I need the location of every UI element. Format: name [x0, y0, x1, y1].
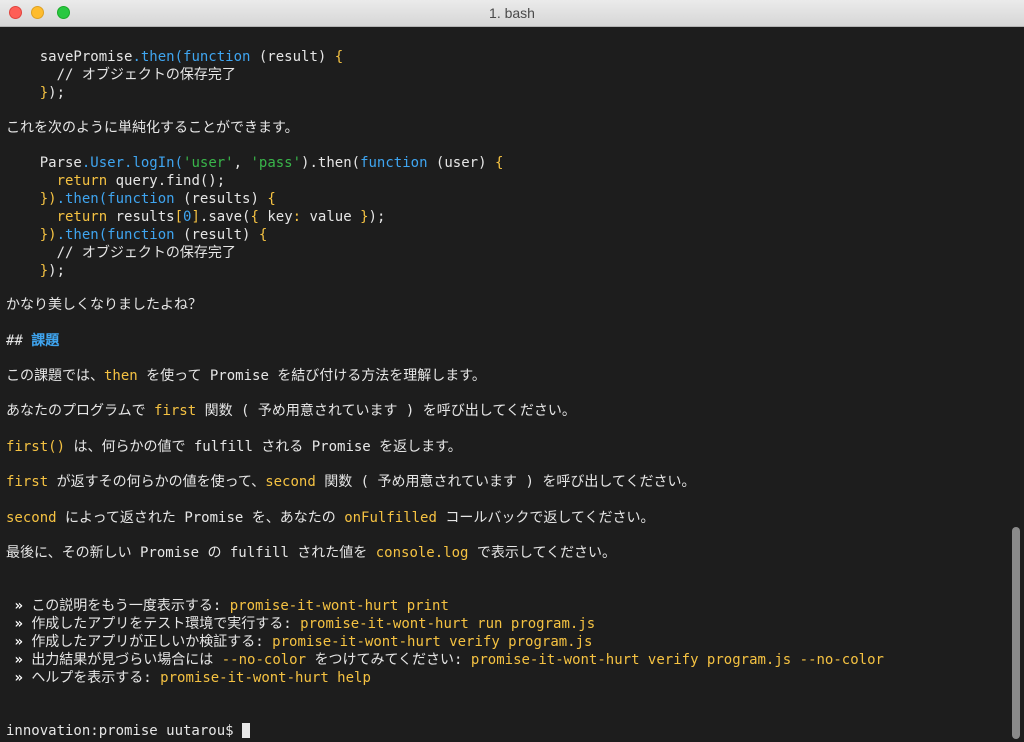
- code-line: // オブジェクトの保存完了: [39, 67, 236, 83]
- code-line: });: [39, 85, 66, 101]
- paragraph: これを次のように単純化することができます。: [6, 120, 299, 136]
- paragraph: first() は、何らかの値で fulfill される Promise を返し…: [6, 439, 462, 455]
- code-line: return query.find();: [39, 173, 226, 189]
- menu-item: » この説明をもう一度表示する: promise-it-wont-hurt pr…: [14, 598, 449, 614]
- code-line: Parse.User.logIn('user', 'pass').then(fu…: [39, 155, 504, 171]
- menu-item: » ヘルプを表示する: promise-it-wont-hurt help: [14, 670, 371, 686]
- text-cursor: [242, 723, 251, 738]
- paragraph: second によって返された Promise を、あなたの onFulfill…: [6, 510, 655, 526]
- code-line: }).then(function (results) {: [39, 191, 276, 207]
- paragraph: 最後に、その新しい Promise の fulfill された値を consol…: [6, 545, 617, 561]
- menu-item: » 作成したアプリが正しいか検証する: promise-it-wont-hurt…: [14, 634, 593, 650]
- title-bar[interactable]: 1. bash: [0, 0, 1024, 27]
- scrollbar-thumb[interactable]: [1012, 527, 1020, 739]
- menu-item: » 出力結果が見づらい場合には --no-color をつけてみてください: p…: [14, 652, 884, 668]
- menu-item: » 作成したアプリをテスト環境で実行する: promise-it-wont-hu…: [14, 616, 596, 632]
- terminal-output[interactable]: savePromise.then(function (result) { // …: [0, 27, 1008, 742]
- paragraph: かなり美しくなりましたよね？: [6, 297, 202, 313]
- window-title: 1. bash: [489, 5, 535, 21]
- paragraph: この課題では、then を使って Promise を結び付ける方法を理解します。: [6, 368, 486, 384]
- section-heading: ## 課題: [6, 333, 60, 349]
- code-line: });: [39, 263, 66, 279]
- paragraph: first が返すその何らかの値を使って、second 関数 ( 予め用意されて…: [6, 474, 696, 490]
- code-line: return results[0].save({ key: value });: [39, 209, 386, 225]
- code-line: }).then(function (result) {: [39, 227, 268, 243]
- shell-prompt[interactable]: innovation:promise uutarou$: [6, 722, 251, 740]
- paragraph: あなたのプログラムで first 関数 ( 予め用意されています ) を呼び出し…: [6, 403, 576, 419]
- scrollbar-track[interactable]: [1008, 27, 1024, 742]
- code-line: savePromise.then(function (result) {: [39, 49, 344, 65]
- terminal-window: 1. bash savePromise.then(function (resul…: [0, 0, 1024, 742]
- code-line: // オブジェクトの保存完了: [39, 245, 236, 261]
